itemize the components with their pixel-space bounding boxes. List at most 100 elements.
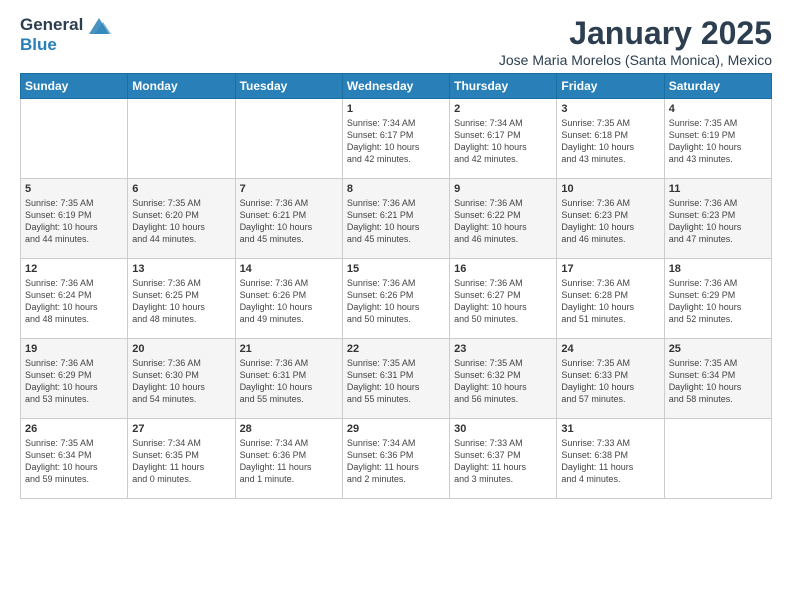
table-row: 4Sunrise: 7:35 AM Sunset: 6:19 PM Daylig… [664,99,771,179]
table-row: 30 Sunrise: 7:33 AM Sunset: 6:37 PM Dayli… [450,419,557,499]
day-number: 2 [454,103,552,115]
table-row: 18Sunrise: 7:36 AM Sunset: 6:29 PM Dayli… [664,259,771,339]
table-row: 31 Sunrise: 7:33 AM Sunset: 6:38 PM Dayli… [557,419,664,499]
table-row: 12Sunrise: 7:36 AM Sunset: 6:24 PM Dayli… [21,259,128,339]
day-number: 9 [454,183,552,195]
table-row [664,419,771,499]
day-number: 5 [25,183,123,195]
day-number: 11 [669,183,767,195]
day-info: Sunrise: 7:36 AM Sunset: 6:23 PM Dayligh… [561,197,659,246]
title-block: January 2025 Jose Maria Morelos (Santa M… [499,15,772,68]
calendar-table: Sunday Monday Tuesday Wednesday Thursday… [20,73,772,499]
table-row: 27 Sunrise: 7:34 AM Sunset: 6:35 PM Dayli… [128,419,235,499]
logo-icon [85,16,113,38]
day-info: Sunrise: 7:35 AM Sunset: 6:31 PM Dayligh… [347,357,445,406]
table-row: 13 Sunrise: 7:36 AM Sunset: 6:25 PM Dayli… [128,259,235,339]
table-row: 10Sunrise: 7:36 AM Sunset: 6:23 PM Dayli… [557,179,664,259]
day-number: 8 [347,183,445,195]
day-number: 13 [132,263,230,275]
day-info: Sunrise: 7:36 AM Sunset: 6:22 PM Dayligh… [454,197,552,246]
day-info: Sunrise: 7:36 AM Sunset: 6:25 PM Dayligh… [132,277,230,326]
day-number: 16 [454,263,552,275]
col-saturday: Saturday [664,74,771,99]
day-info: Sunrise: 7:36 AM Sunset: 6:29 PM Dayligh… [25,357,123,406]
day-info: Sunrise: 7:34 AM Sunset: 6:35 PM Dayligh… [132,437,230,486]
table-row: 15 Sunrise: 7:36 AM Sunset: 6:26 PM Dayli… [342,259,449,339]
day-info: Sunrise: 7:36 AM Sunset: 6:28 PM Dayligh… [561,277,659,326]
calendar-header-row: Sunday Monday Tuesday Wednesday Thursday… [21,74,772,99]
calendar-week-row: 12Sunrise: 7:36 AM Sunset: 6:24 PM Dayli… [21,259,772,339]
day-info: Sunrise: 7:35 AM Sunset: 6:19 PM Dayligh… [25,197,123,246]
table-row: 3 Sunrise: 7:35 AM Sunset: 6:18 PM Daylig… [557,99,664,179]
day-info: Sunrise: 7:36 AM Sunset: 6:21 PM Dayligh… [347,197,445,246]
day-info: Sunrise: 7:36 AM Sunset: 6:27 PM Dayligh… [454,277,552,326]
day-number: 22 [347,343,445,355]
day-number: 27 [132,423,230,435]
day-info: Sunrise: 7:34 AM Sunset: 6:17 PM Dayligh… [454,117,552,166]
table-row: 5 Sunrise: 7:35 AM Sunset: 6:19 PM Daylig… [21,179,128,259]
table-row: 29 Sunrise: 7:34 AM Sunset: 6:36 PM Dayli… [342,419,449,499]
day-number: 14 [240,263,338,275]
table-row: 25Sunrise: 7:35 AM Sunset: 6:34 PM Dayli… [664,339,771,419]
day-info: Sunrise: 7:36 AM Sunset: 6:26 PM Dayligh… [347,277,445,326]
day-number: 23 [454,343,552,355]
day-info: Sunrise: 7:33 AM Sunset: 6:38 PM Dayligh… [561,437,659,486]
table-row: 22 Sunrise: 7:35 AM Sunset: 6:31 PM Dayli… [342,339,449,419]
table-row: 9 Sunrise: 7:36 AM Sunset: 6:22 PM Daylig… [450,179,557,259]
table-row [21,99,128,179]
logo-text: General [20,15,83,35]
logo: General Blue [20,15,113,54]
day-info: Sunrise: 7:34 AM Sunset: 6:36 PM Dayligh… [347,437,445,486]
day-info: Sunrise: 7:34 AM Sunset: 6:36 PM Dayligh… [240,437,338,486]
day-number: 6 [132,183,230,195]
day-number: 29 [347,423,445,435]
day-number: 1 [347,103,445,115]
col-thursday: Thursday [450,74,557,99]
day-number: 7 [240,183,338,195]
table-row: 24Sunrise: 7:35 AM Sunset: 6:33 PM Dayli… [557,339,664,419]
calendar-week-row: 19 Sunrise: 7:36 AM Sunset: 6:29 PM Dayli… [21,339,772,419]
day-number: 21 [240,343,338,355]
day-number: 30 [454,423,552,435]
day-number: 31 [561,423,659,435]
day-number: 18 [669,263,767,275]
calendar-week-row: 1 Sunrise: 7:34 AM Sunset: 6:17 PM Daylig… [21,99,772,179]
day-info: Sunrise: 7:35 AM Sunset: 6:32 PM Dayligh… [454,357,552,406]
calendar-week-row: 5 Sunrise: 7:35 AM Sunset: 6:19 PM Daylig… [21,179,772,259]
calendar-week-row: 26Sunrise: 7:35 AM Sunset: 6:34 PM Dayli… [21,419,772,499]
col-sunday: Sunday [21,74,128,99]
col-tuesday: Tuesday [235,74,342,99]
day-number: 25 [669,343,767,355]
day-info: Sunrise: 7:33 AM Sunset: 6:37 PM Dayligh… [454,437,552,486]
day-number: 3 [561,103,659,115]
table-row: 20Sunrise: 7:36 AM Sunset: 6:30 PM Dayli… [128,339,235,419]
page-subtitle: Jose Maria Morelos (Santa Monica), Mexic… [499,52,772,68]
table-row: 19 Sunrise: 7:36 AM Sunset: 6:29 PM Dayli… [21,339,128,419]
day-number: 4 [669,103,767,115]
day-number: 15 [347,263,445,275]
table-row: 16 Sunrise: 7:36 AM Sunset: 6:27 PM Dayli… [450,259,557,339]
table-row: 6Sunrise: 7:35 AM Sunset: 6:20 PM Daylig… [128,179,235,259]
day-info: Sunrise: 7:36 AM Sunset: 6:24 PM Dayligh… [25,277,123,326]
table-row: 11 Sunrise: 7:36 AM Sunset: 6:23 PM Dayli… [664,179,771,259]
table-row: 23 Sunrise: 7:35 AM Sunset: 6:32 PM Dayli… [450,339,557,419]
day-info: Sunrise: 7:36 AM Sunset: 6:23 PM Dayligh… [669,197,767,246]
day-number: 17 [561,263,659,275]
logo-text-blue: Blue [20,35,83,55]
page-title: January 2025 [499,15,772,52]
table-row: 17 Sunrise: 7:36 AM Sunset: 6:28 PM Dayli… [557,259,664,339]
day-info: Sunrise: 7:36 AM Sunset: 6:31 PM Dayligh… [240,357,338,406]
col-friday: Friday [557,74,664,99]
table-row: 1 Sunrise: 7:34 AM Sunset: 6:17 PM Daylig… [342,99,449,179]
day-info: Sunrise: 7:36 AM Sunset: 6:26 PM Dayligh… [240,277,338,326]
day-number: 19 [25,343,123,355]
table-row: 2 Sunrise: 7:34 AM Sunset: 6:17 PM Daylig… [450,99,557,179]
col-wednesday: Wednesday [342,74,449,99]
day-number: 26 [25,423,123,435]
day-info: Sunrise: 7:35 AM Sunset: 6:33 PM Dayligh… [561,357,659,406]
page-header: General Blue January 2025 Jose Maria Mor… [0,0,792,73]
table-row: 14 Sunrise: 7:36 AM Sunset: 6:26 PM Dayli… [235,259,342,339]
table-row: 21 Sunrise: 7:36 AM Sunset: 6:31 PM Dayli… [235,339,342,419]
day-info: Sunrise: 7:35 AM Sunset: 6:18 PM Dayligh… [561,117,659,166]
day-info: Sunrise: 7:34 AM Sunset: 6:17 PM Dayligh… [347,117,445,166]
